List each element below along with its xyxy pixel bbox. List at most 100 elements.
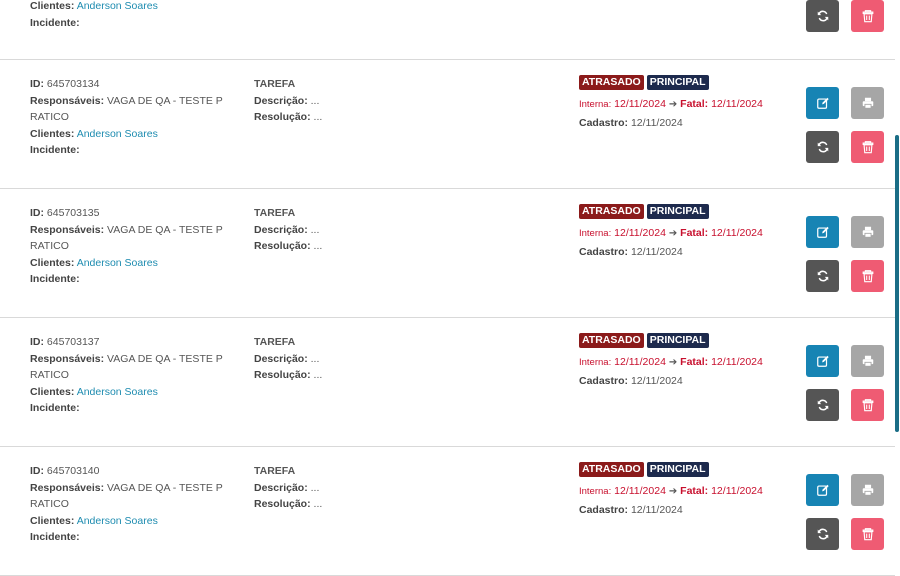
sync-button[interactable] xyxy=(806,131,839,163)
edit-button[interactable] xyxy=(806,216,839,248)
task-status: ATRASADO PRINCIPAL Interna: 12/11/2024 ➔… xyxy=(579,462,799,518)
sync-button[interactable] xyxy=(806,0,839,32)
task-responsible-cont: RATICO xyxy=(30,111,69,123)
status-badge-principal: PRINCIPAL xyxy=(646,75,709,90)
sync-icon xyxy=(817,10,828,22)
deadline-internal: 12/11/2024 xyxy=(614,98,666,110)
delete-button[interactable] xyxy=(851,0,884,32)
task-responsible-cont: RATICO xyxy=(30,240,69,252)
status-badges: ATRASADO PRINCIPAL xyxy=(579,333,799,349)
print-button[interactable] xyxy=(851,87,884,119)
trash-icon xyxy=(862,399,873,412)
task-id: 645703135 xyxy=(46,207,100,219)
delete-button[interactable] xyxy=(851,389,884,421)
delete-button[interactable] xyxy=(851,131,884,163)
deadline-internal: 12/11/2024 xyxy=(614,485,666,497)
created-date: 12/11/2024 xyxy=(630,245,683,258)
deadlines: Interna: 12/11/2024 ➔ Fatal: 12/11/2024 xyxy=(579,227,763,239)
edit-button[interactable] xyxy=(806,87,839,119)
task-resolution: ... xyxy=(313,498,323,510)
task-type: TAREFA xyxy=(254,465,296,477)
status-badge-principal: PRINCIPAL xyxy=(646,462,709,477)
task-resolution: ... xyxy=(313,111,323,123)
sync-icon xyxy=(817,528,828,540)
task-info: ID: 645703134 Responsáveis: VAGA DE QA -… xyxy=(30,78,223,156)
print-button[interactable] xyxy=(851,216,884,248)
delete-button[interactable] xyxy=(851,518,884,550)
task-details: TAREFA Descrição: ... Resolução: ... xyxy=(254,334,454,384)
task-id: 645703140 xyxy=(46,465,100,477)
sync-button[interactable] xyxy=(806,518,839,550)
client-link[interactable]: Anderson Soares xyxy=(77,0,158,12)
print-button[interactable] xyxy=(851,345,884,377)
task-resolution: ... xyxy=(313,369,323,381)
sync-icon xyxy=(817,399,828,411)
trash-icon xyxy=(862,10,873,23)
task-responsible: VAGA DE QA - TESTE P xyxy=(107,94,223,107)
arrow-right-icon: ➔ xyxy=(668,228,678,239)
task-status: ATRASADO PRINCIPAL Interna: 12/11/2024 ➔… xyxy=(579,204,799,260)
task-type: TAREFA xyxy=(254,207,296,219)
print-icon xyxy=(862,97,873,109)
task-info: ID: 645703135 Responsáveis: VAGA DE QA -… xyxy=(30,207,223,285)
sync-icon xyxy=(817,270,828,282)
deadline-internal: 12/11/2024 xyxy=(614,356,666,368)
task-type: TAREFA xyxy=(254,78,296,90)
task-row: ID: 645703137 Responsáveis: VAGA DE QA -… xyxy=(0,318,895,447)
sync-icon xyxy=(817,141,828,153)
task-id: 645703137 xyxy=(46,336,100,348)
status-badges: ATRASADO PRINCIPAL xyxy=(579,462,799,478)
deadline-internal: 12/11/2024 xyxy=(614,227,666,239)
created-date: 12/11/2024 xyxy=(630,503,683,516)
status-badge-late: ATRASADO xyxy=(579,462,644,477)
client-link[interactable]: Anderson Soares xyxy=(77,386,158,398)
task-info: ID: 645703140 Responsáveis: VAGA DE QA -… xyxy=(30,465,223,543)
edit-button[interactable] xyxy=(806,474,839,506)
task-row: ID: 645703135 Responsáveis: VAGA DE QA -… xyxy=(0,189,895,318)
status-badges: ATRASADO PRINCIPAL xyxy=(579,204,799,220)
sync-button[interactable] xyxy=(806,260,839,292)
status-badge-principal: PRINCIPAL xyxy=(646,204,709,219)
created-date: 12/11/2024 xyxy=(630,116,683,129)
task-info: ID: 645703137 Responsáveis: VAGA DE QA -… xyxy=(30,336,223,414)
task-responsible: VAGA DE QA - TESTE P xyxy=(107,481,223,494)
print-icon xyxy=(862,226,873,238)
print-icon xyxy=(862,484,873,496)
task-details: TAREFA Descrição: ... Resolução: ... xyxy=(254,76,454,126)
task-description: ... xyxy=(310,94,320,107)
arrow-right-icon: ➔ xyxy=(668,357,678,368)
trash-icon xyxy=(862,270,873,283)
created-date: 12/11/2024 xyxy=(630,374,683,387)
task-responsible-cont: RATICO xyxy=(30,498,69,510)
edit-icon xyxy=(816,97,829,109)
deadline-fatal: 12/11/2024 xyxy=(711,485,763,497)
edit-button[interactable] xyxy=(806,345,839,377)
task-resolution: ... xyxy=(313,240,323,252)
task-responsible: VAGA DE QA - TESTE P xyxy=(107,352,223,365)
arrow-right-icon: ➔ xyxy=(668,486,678,497)
scrollbar[interactable] xyxy=(895,135,899,432)
print-icon xyxy=(862,355,873,367)
task-row: ID: 645703134 Responsáveis: VAGA DE QA -… xyxy=(0,60,895,189)
task-details: TAREFA Descrição: ... Resolução: ... xyxy=(254,463,454,513)
sync-button[interactable] xyxy=(806,389,839,421)
trash-icon xyxy=(862,141,873,154)
delete-button[interactable] xyxy=(851,260,884,292)
task-details: TAREFA Descrição: ... Resolução: ... xyxy=(254,205,454,255)
task-type: TAREFA xyxy=(254,336,296,348)
deadline-fatal: 12/11/2024 xyxy=(711,356,763,368)
task-responsible: VAGA DE QA - TESTE P xyxy=(107,223,223,236)
task-responsible-cont: RATICO xyxy=(30,369,69,381)
trash-icon xyxy=(862,528,873,541)
deadline-fatal: 12/11/2024 xyxy=(711,227,763,239)
task-row-partial: Clientes: Anderson Soares Incidente: xyxy=(0,0,895,60)
task-description: ... xyxy=(310,352,320,365)
client-link[interactable]: Anderson Soares xyxy=(77,257,158,269)
client-link[interactable]: Anderson Soares xyxy=(77,128,158,140)
edit-icon xyxy=(816,226,829,238)
client-link[interactable]: Anderson Soares xyxy=(77,515,158,527)
deadline-fatal: 12/11/2024 xyxy=(711,98,763,110)
status-badge-late: ATRASADO xyxy=(579,204,644,219)
print-button[interactable] xyxy=(851,474,884,506)
arrow-right-icon: ➔ xyxy=(668,99,678,110)
